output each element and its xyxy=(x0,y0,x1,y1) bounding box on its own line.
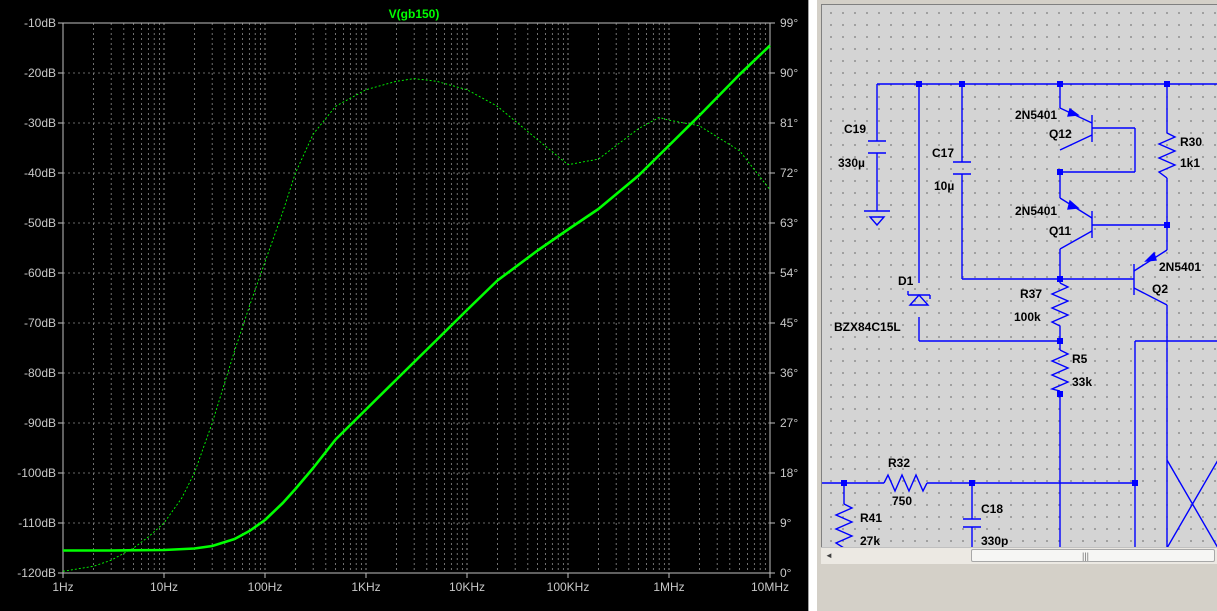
right-tick-label: 18° xyxy=(780,466,798,480)
capacitor-c17[interactable] xyxy=(953,161,971,175)
label-c19: C19 xyxy=(844,122,866,136)
left-axis-db[interactable]: -10dB -20dB -30dB -40dB -50dB -60dB -70dB -80dB… xyxy=(17,16,63,580)
left-tick-label: -110dB xyxy=(18,516,56,530)
bode-plot[interactable]: V(gb150) -10dB-20dB-30dB-40dB-50dB-60dB-… xyxy=(0,0,808,611)
bottom-tick-label: 1KHz xyxy=(351,580,380,594)
resistor-r41[interactable] xyxy=(834,503,854,547)
left-tick-label: -10dB xyxy=(24,16,56,30)
model-q11: 2N5401 xyxy=(1015,204,1057,218)
value-r37: 100k xyxy=(1014,310,1041,324)
value-r41: 27k xyxy=(860,534,880,547)
label-c17: C17 xyxy=(932,146,954,160)
resistor-r32[interactable] xyxy=(883,473,928,493)
left-tick-label: -30dB xyxy=(24,116,56,130)
left-tick-label: -100dB xyxy=(17,466,56,480)
left-tick-label: -80dB xyxy=(24,366,56,380)
label-r41: R41 xyxy=(860,511,882,525)
value-c18: 330p xyxy=(981,534,1008,547)
schematic-canvas[interactable]: C19 330µ C17 10µ 2N5401 Q12 2N5401 Q11 2… xyxy=(821,4,1217,547)
left-tick-label: -90dB xyxy=(24,416,56,430)
right-tick-label: 54° xyxy=(780,266,798,280)
left-tick-label: -40dB xyxy=(24,166,56,180)
bottom-tick-label: 10KHz xyxy=(449,580,485,594)
scroll-left-arrow-icon[interactable]: ◄ xyxy=(821,548,837,564)
right-tick-label: 99° xyxy=(780,16,798,30)
left-tick-label: -50dB xyxy=(24,216,56,230)
junctions xyxy=(841,81,1170,486)
magnitude-trace[interactable] xyxy=(63,44,771,552)
model-q12: 2N5401 xyxy=(1015,108,1057,122)
bottom-tick-label: 10MHz xyxy=(751,580,789,594)
traces xyxy=(62,44,771,572)
zener-diode-d1[interactable] xyxy=(907,291,931,306)
waveform-plot-pane[interactable]: V(gb150) -10dB -20dB -30dB -40dB -50dB -60dB -… xyxy=(0,0,808,611)
plot-grid xyxy=(63,23,770,573)
plot-frame xyxy=(62,22,771,574)
label-d1: D1 xyxy=(898,274,914,288)
left-tick-label: -20dB xyxy=(24,66,56,80)
label-r32: R32 xyxy=(888,456,910,470)
right-tick-label: 9° xyxy=(780,516,792,530)
model-q2: 2N5401 xyxy=(1159,260,1201,274)
resistor-r30[interactable] xyxy=(1157,132,1177,179)
value-r30: 1k1 xyxy=(1180,156,1200,170)
right-axis-phase[interactable]: 99° 90° 81° 72° 63° 54° 45° 36° 27° 18° 9° 0° xyxy=(770,16,798,580)
bottom-tick-label: 100Hz xyxy=(248,580,283,594)
bottom-tick-label: 1MHz xyxy=(653,580,684,594)
capacitor-c18[interactable] xyxy=(963,518,981,528)
trace-label-vgb150[interactable]: V(gb150) xyxy=(389,7,440,21)
right-tick-label: 36° xyxy=(780,366,798,380)
label-q11: Q11 xyxy=(1049,224,1071,238)
label-q2: Q2 xyxy=(1152,282,1168,296)
value-c19: 330µ xyxy=(838,156,865,170)
left-tick-label: -60dB xyxy=(24,266,56,280)
value-c17: 10µ xyxy=(934,179,954,193)
right-tick-label: 45° xyxy=(780,316,798,330)
value-r5: 33k xyxy=(1072,375,1092,389)
right-tick-label: 90° xyxy=(780,66,798,80)
label-q12: Q12 xyxy=(1049,127,1072,141)
resistor-r37[interactable] xyxy=(1050,282,1070,341)
right-tick-label: 27° xyxy=(780,416,798,430)
label-c18: C18 xyxy=(981,502,1003,516)
label-r37: R37 xyxy=(1020,287,1042,301)
scrollbar-thumb[interactable]: ||| xyxy=(971,549,1215,562)
schematic-footer xyxy=(817,566,1217,611)
bottom-axis-frequency[interactable]: 1Hz 10Hz 100Hz 1KHz 10KHz 100KHz 1MHz 10MHz xyxy=(52,573,789,594)
right-tick-label: 63° xyxy=(780,216,798,230)
resistor-r5[interactable] xyxy=(1049,349,1070,392)
right-tick-label: 81° xyxy=(780,116,798,130)
phase-trace[interactable] xyxy=(62,78,771,572)
horizontal-scrollbar[interactable]: ◄ ||| xyxy=(821,547,1217,564)
bottom-tick-label: 10Hz xyxy=(150,580,178,594)
left-tick-label: -70dB xyxy=(24,316,56,330)
model-d1: BZX84C15L xyxy=(834,320,901,334)
pane-splitter[interactable] xyxy=(808,0,817,611)
label-r30: R30 xyxy=(1180,135,1202,149)
scrollbar-grip-icon: ||| xyxy=(1082,551,1090,561)
right-tick-label: 0° xyxy=(780,566,792,580)
left-tick-label: -120dB xyxy=(17,566,56,580)
bottom-tick-label: 100KHz xyxy=(547,580,590,594)
transistor-q2[interactable] xyxy=(1133,249,1168,306)
label-r5: R5 xyxy=(1072,352,1088,366)
value-r32: 750 xyxy=(892,494,912,508)
schematic-pane[interactable]: C19 330µ C17 10µ 2N5401 Q12 2N5401 Q11 2… xyxy=(817,0,1217,611)
bottom-tick-label: 1Hz xyxy=(52,580,73,594)
right-tick-label: 72° xyxy=(780,166,798,180)
